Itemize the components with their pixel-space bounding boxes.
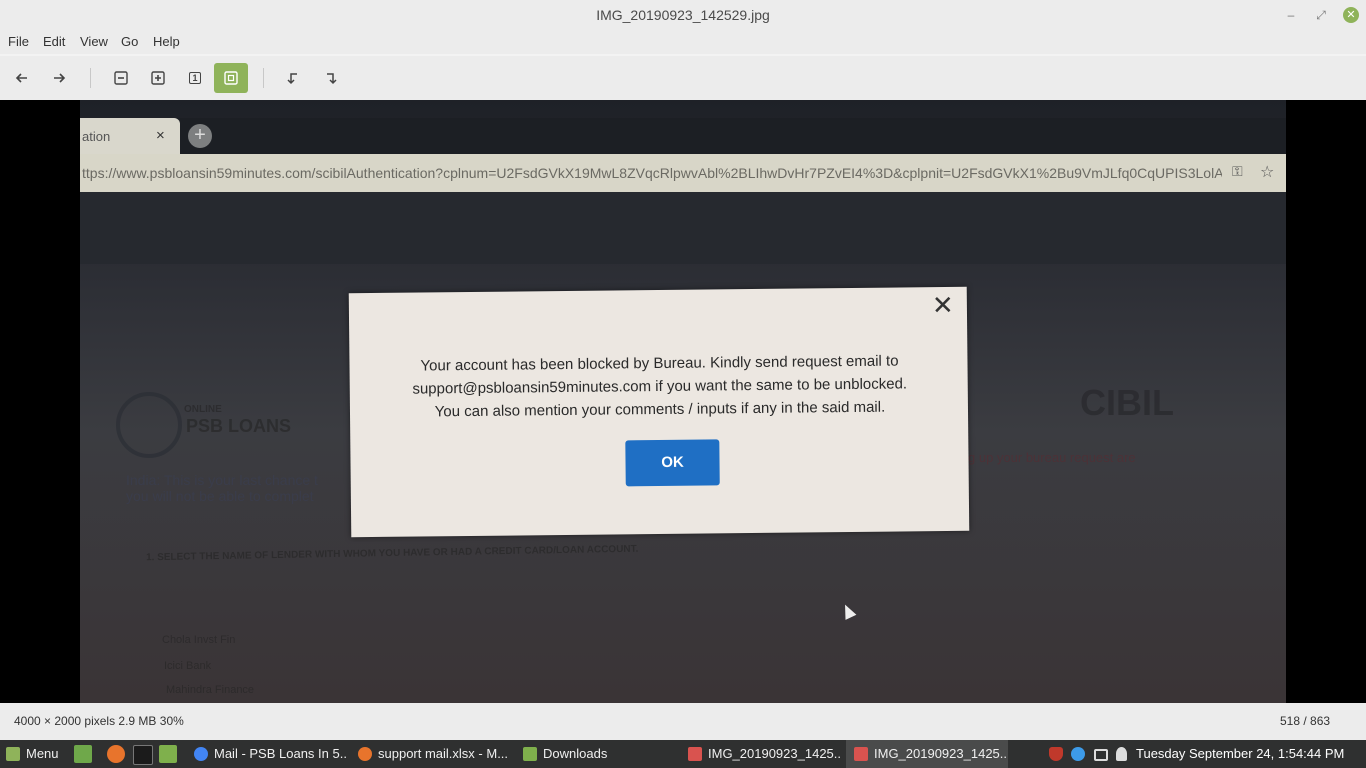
taskbar: Menu Mail - PSB Loans In 5... support ma…: [0, 740, 1366, 768]
photo-url-text: ttps://www.psbloansin59minutes.com/scibi…: [82, 165, 1222, 181]
back-arrow-icon: [15, 73, 27, 83]
shield-icon[interactable]: [1049, 747, 1063, 761]
photo-question: 1. SELECT THE NAME OF LENDER WITH WHOM Y…: [145, 543, 639, 564]
photo-page-header: [80, 192, 1286, 264]
photo-dialog-line3: You can also mention your comments / inp…: [434, 398, 886, 421]
title-bar: IMG_20190923_142529.jpg – ⤢ ✕: [0, 0, 1366, 30]
clock[interactable]: Tuesday September 24, 1:54:44 PM: [1136, 740, 1344, 768]
start-menu-button[interactable]: Menu: [0, 740, 66, 768]
photo-lender-1: Chola Invst Fin: [162, 634, 236, 646]
task-image-2-label: IMG_20190923_1425...: [874, 746, 1008, 761]
task-image-1-label: IMG_20190923_1425...: [708, 746, 842, 761]
mint-logo-icon: [6, 746, 20, 761]
rotate-right-icon: [327, 73, 337, 84]
rotate-left-button[interactable]: [276, 63, 310, 93]
photo-dialog-ok-button: OK: [625, 439, 720, 487]
photo-dialog-close-icon: ✕: [931, 289, 954, 321]
firefox-icon: [358, 746, 372, 761]
rotate-right-button[interactable]: [314, 63, 348, 93]
chrome-icon: [194, 746, 208, 761]
photo-blocked-dialog: ✕ Your account has been blocked by Burea…: [348, 286, 970, 538]
task-mail-label: Mail - PSB Loans In 5...: [214, 746, 348, 761]
forward-button[interactable]: [42, 63, 76, 93]
photo-browser-tab: ation ×: [80, 118, 180, 154]
toolbar-separator: [263, 68, 264, 88]
zoom-in-button[interactable]: [141, 63, 175, 93]
menu-bar: File Edit View Go Help: [0, 30, 1366, 54]
photo-star-icon: ☆: [1260, 164, 1275, 181]
photo-logo-big: PSB LOANS: [186, 416, 292, 436]
image-viewer-icon: [854, 746, 868, 761]
window-title: IMG_20190923_142529.jpg: [596, 7, 770, 23]
photo-right-blurb: g up your bureau request are: [968, 450, 1136, 465]
photo-logo-small: ONLINE: [184, 404, 222, 415]
zoom-in-icon: [151, 71, 165, 85]
close-window-button[interactable]: ✕: [1343, 7, 1359, 23]
menu-go[interactable]: Go: [121, 34, 138, 49]
firefox-launcher-icon[interactable]: [107, 745, 125, 763]
task-image-1[interactable]: IMG_20190923_1425...: [680, 740, 842, 768]
photo-key-icon: ⚿: [1232, 163, 1243, 179]
rotate-left-icon: [287, 73, 297, 84]
photo-content: ation × + ttps://www.psbloansin59minutes…: [80, 100, 1286, 703]
normal-size-button[interactable]: 1: [178, 63, 212, 93]
photo-new-tab-icon: +: [188, 124, 212, 148]
photo-lender-2: Icici Bank: [164, 660, 212, 672]
task-downloads[interactable]: Downloads: [515, 740, 677, 768]
image-viewport[interactable]: ation × + ttps://www.psbloansin59minutes…: [0, 100, 1366, 703]
best-fit-icon: [224, 71, 238, 85]
photo-body-line2: you will not be able to complet: [126, 488, 314, 504]
task-spreadsheet-label: support mail.xlsx - M...: [378, 746, 509, 761]
photo-logo-emblem: [116, 392, 182, 458]
photo-browser-tabstrip: ation × +: [80, 118, 1286, 154]
best-fit-button[interactable]: [214, 63, 248, 93]
show-desktop-icon[interactable]: [74, 745, 92, 763]
network-icon[interactable]: [1071, 747, 1085, 761]
normal-size-icon: 1: [189, 71, 201, 84]
photo-cibil-logo: CIBIL: [1080, 382, 1174, 423]
minimize-button[interactable]: –: [1283, 7, 1299, 23]
user-icon[interactable]: [1116, 747, 1127, 761]
photo-tab-label: ation: [82, 129, 111, 144]
image-info: 4000 × 2000 pixels 2.9 MB 30%: [14, 714, 184, 728]
photo-url-bar: ttps://www.psbloansin59minutes.com/scibi…: [80, 154, 1286, 192]
task-spreadsheet[interactable]: support mail.xlsx - M...: [350, 740, 512, 768]
zoom-out-button[interactable]: [104, 63, 138, 93]
menu-help[interactable]: Help: [153, 34, 180, 49]
toolbar-separator: [90, 68, 91, 88]
files-launcher-icon[interactable]: [159, 745, 177, 763]
maximize-button[interactable]: ⤢: [1313, 7, 1329, 23]
status-bar: 4000 × 2000 pixels 2.9 MB 30% 518 / 863: [0, 703, 1366, 740]
start-menu-label: Menu: [26, 746, 59, 761]
photo-dialog-message: Your account has been blocked by Bureau.…: [379, 349, 940, 424]
photo-lender-3: Mahindra Finance: [166, 684, 255, 696]
menu-view[interactable]: View: [80, 34, 108, 49]
zoom-out-icon: [114, 71, 128, 85]
task-downloads-label: Downloads: [543, 746, 608, 761]
terminal-launcher-icon[interactable]: [133, 745, 153, 765]
forward-arrow-icon: [54, 73, 66, 83]
image-counter: 518 / 863: [1280, 714, 1331, 728]
photo-tab-close-icon: ×: [156, 127, 165, 144]
task-image-2[interactable]: IMG_20190923_1425...: [846, 740, 1008, 768]
task-mail[interactable]: Mail - PSB Loans In 5...: [186, 740, 348, 768]
folder-icon: [523, 746, 537, 761]
back-button[interactable]: [5, 63, 39, 93]
toolbar: 1: [0, 56, 1366, 100]
image-viewer-icon: [688, 746, 702, 761]
menu-file[interactable]: File: [8, 34, 29, 49]
menu-edit[interactable]: Edit: [43, 34, 65, 49]
display-icon[interactable]: [1094, 749, 1108, 761]
photo-body-line1: India: This is your last chance t: [126, 472, 318, 488]
